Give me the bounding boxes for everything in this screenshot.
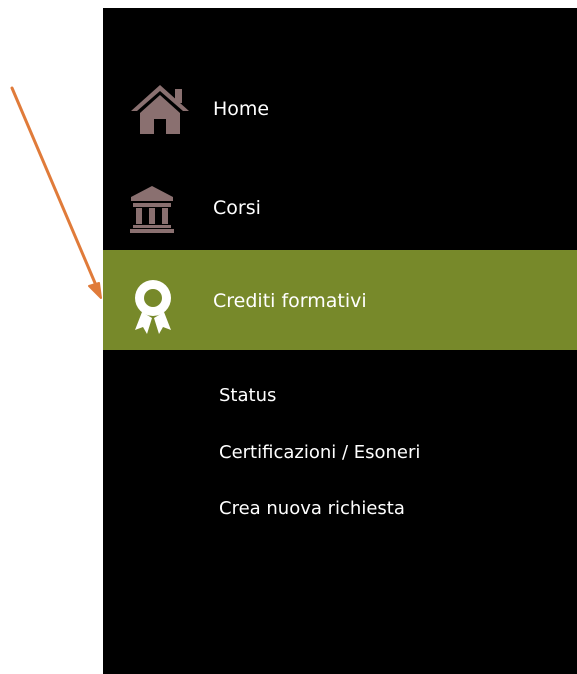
submenu-item-certificazioni-esoneri[interactable]: Certificazioni / Esoneri [219,441,420,465]
building-columns-icon [130,186,174,233]
sidebar-item-label: Crediti formativi [213,290,367,312]
sidebar-nav: Home Corsi Crediti formativi Status Cert… [103,8,577,674]
sidebar-item-label: Corsi [213,197,261,219]
screenshot-canvas: Home Corsi Crediti formativi Status Cert… [0,0,577,674]
home-icon [131,85,189,134]
award-ribbon-icon [135,280,171,334]
submenu-item-status[interactable]: Status [219,384,276,408]
sidebar-item-corsi[interactable]: Corsi [103,176,577,242]
sidebar-item-home[interactable]: Home [103,76,577,142]
sidebar-item-label: Home [213,98,270,120]
sidebar-item-crediti-formativi[interactable]: Crediti formativi [103,250,577,350]
submenu-item-crea-nuova-richiesta[interactable]: Crea nuova richiesta [219,497,405,521]
